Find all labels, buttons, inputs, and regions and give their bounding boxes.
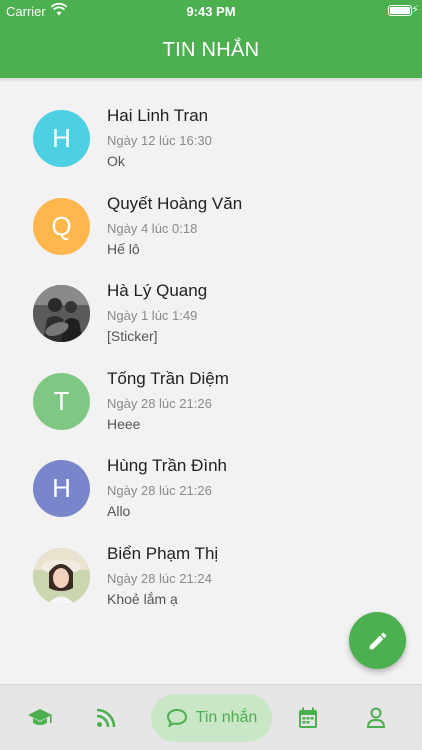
message-time: Ngày 1 lúc 1:49 — [107, 308, 198, 323]
avatar-initial: Q — [51, 210, 72, 241]
chat-icon — [166, 708, 187, 728]
conversation-item[interactable]: Biển Phạm Thị Ngày 28 lúc 21:24 Khoẻ lắm… — [0, 534, 422, 622]
nav-feed[interactable] — [84, 685, 128, 750]
conversation-item[interactable]: H Hùng Trần Đình Ngày 28 lúc 21:26 Allo — [0, 446, 422, 534]
contact-name: Quyết Hoàng Văn — [107, 193, 243, 213]
nav-profile[interactable] — [354, 685, 398, 750]
message-preview: Hế lô — [107, 240, 140, 257]
charging-icon: ⚡ — [411, 4, 419, 16]
bottom-nav: Tin nhắn — [0, 684, 422, 750]
calendar-icon — [299, 707, 317, 728]
message-time: Ngày 28 lúc 21:26 — [107, 483, 212, 498]
avatar-photo — [33, 285, 90, 342]
message-preview: Ok — [107, 153, 125, 169]
conversation-list: H Hai Linh Tran Ngày 12 lúc 16:30 Ok Q Q… — [0, 96, 422, 621]
status-time: 9:43 PM — [186, 4, 236, 19]
contact-name: Hùng Trần Đình — [107, 456, 228, 475]
message-time: Ngày 12 lúc 16:30 — [107, 133, 212, 148]
avatar: H — [33, 460, 90, 517]
message-preview: [Sticker] — [107, 328, 158, 344]
avatar-initial: H — [52, 473, 71, 503]
message-preview: Allo — [107, 503, 131, 519]
avatar-initial: H — [52, 123, 71, 153]
graduation-cap-icon — [28, 709, 52, 725]
avatar: H — [33, 110, 90, 167]
contact-name: Hai Linh Tran — [107, 106, 209, 125]
compose-button[interactable] — [349, 612, 406, 669]
contact-name: Tống Trần Diệm — [107, 368, 229, 388]
message-time: Ngày 4 lúc 0:18 — [107, 220, 198, 236]
message-preview: Khoẻ lắm ạ — [107, 590, 178, 607]
avatar-photo — [33, 547, 90, 605]
pencil-icon — [369, 632, 386, 649]
message-time: Ngày 28 lúc 21:26 — [107, 395, 212, 411]
user-icon — [366, 707, 386, 728]
avatar: T — [33, 372, 90, 430]
message-time: Ngày 28 lúc 21:24 — [107, 570, 212, 586]
nav-calendar[interactable] — [286, 685, 330, 750]
status-bar: Carrier 9:43 PM ⚡ — [0, 0, 422, 22]
nav-messages[interactable]: Tin nhắn — [151, 694, 272, 742]
message-preview: Heee — [107, 415, 141, 432]
page-title: TIN NHẮN — [0, 22, 422, 78]
avatar-initial: T — [53, 385, 70, 416]
contact-name: Hà Lý Quang — [107, 281, 208, 300]
avatar: Q — [33, 197, 90, 255]
conversation-item[interactable]: H Hai Linh Tran Ngày 12 lúc 16:30 Ok — [0, 96, 422, 184]
nav-messages-label: Tin nhắn — [195, 709, 258, 726]
battery-icon — [388, 5, 412, 16]
conversation-item[interactable]: Hà Lý Quang Ngày 1 lúc 1:49 [Sticker] — [0, 271, 422, 359]
nav-courses[interactable] — [18, 685, 62, 750]
conversation-item[interactable]: T Tống Trần Diệm Ngày 28 lúc 21:26 Heee — [0, 359, 422, 447]
rss-icon — [96, 708, 116, 728]
contact-name: Biển Phạm Thị — [107, 543, 219, 563]
conversation-item[interactable]: Q Quyết Hoàng Văn Ngày 4 lúc 0:18 Hế lô — [0, 184, 422, 272]
